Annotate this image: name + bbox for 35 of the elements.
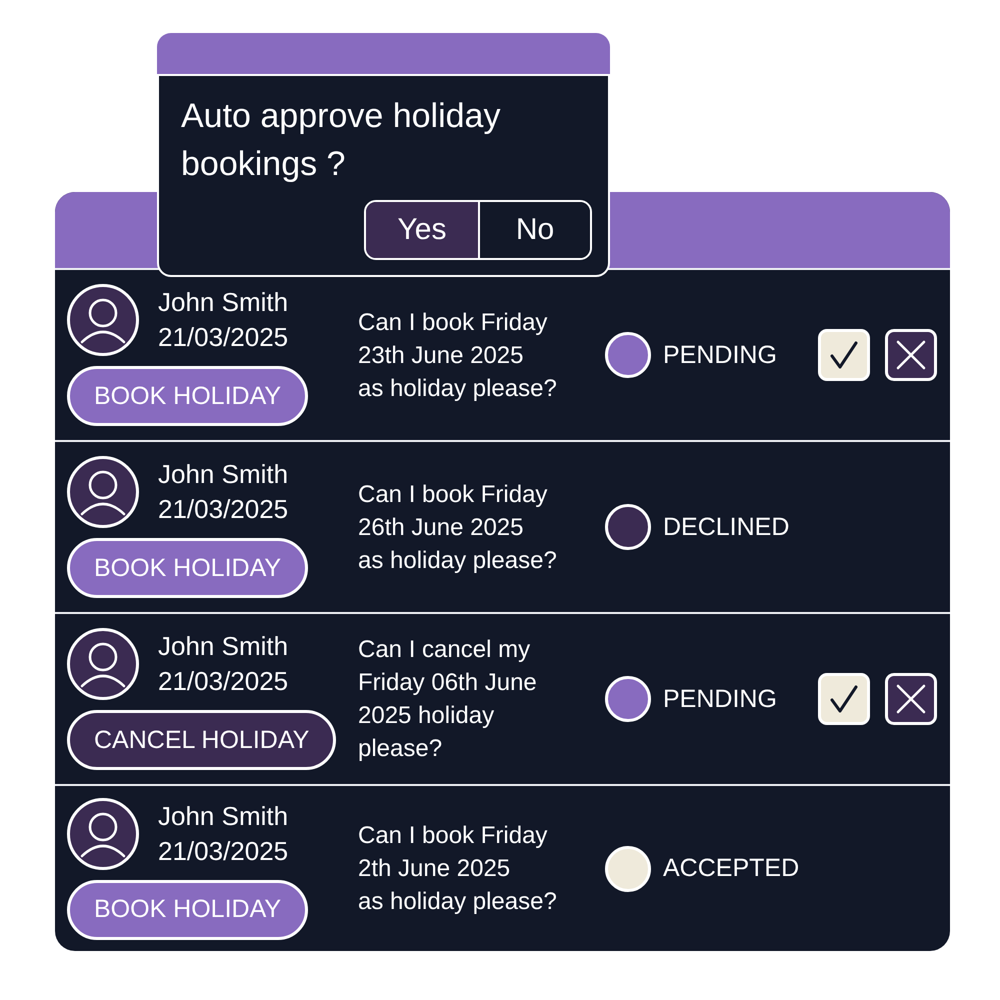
request-date: 21/03/2025 bbox=[158, 665, 288, 698]
toggle-option[interactable]: No bbox=[478, 202, 590, 258]
book-holiday-button[interactable]: BOOK HOLIDAY bbox=[67, 538, 308, 598]
request-date: 21/03/2025 bbox=[158, 321, 288, 354]
status-label: ACCEPTED bbox=[663, 854, 800, 883]
requester-name: John Smith bbox=[158, 800, 288, 832]
book-holiday-button[interactable]: BOOK HOLIDAY bbox=[67, 366, 308, 426]
dialog-question: Auto approve holiday bookings ? bbox=[181, 96, 502, 185]
decline-button[interactable] bbox=[885, 329, 937, 381]
toggle-option[interactable]: Yes bbox=[366, 202, 478, 258]
user-avatar-icon bbox=[67, 284, 139, 356]
approve-button[interactable] bbox=[818, 673, 870, 725]
status-label: DECLINED bbox=[663, 512, 790, 542]
request-message: Can I book Friday 23th June 2025 as holiday please? bbox=[358, 308, 558, 404]
decline-button[interactable] bbox=[885, 673, 937, 725]
user-avatar-icon bbox=[67, 798, 139, 870]
requester-name: John Smith bbox=[158, 630, 288, 663]
cancel-holiday-button[interactable]: CANCEL HOLIDAY bbox=[67, 710, 336, 770]
user-avatar-icon bbox=[67, 628, 139, 700]
requester-name: John Smith bbox=[158, 458, 288, 491]
status-label: PENDING bbox=[663, 340, 777, 370]
request-message: Can I book Friday 2th June 2025 as holiday please? bbox=[358, 821, 558, 917]
check-icon bbox=[829, 340, 859, 370]
request-date: 21/03/2025 bbox=[158, 493, 288, 526]
check-icon bbox=[829, 684, 859, 714]
user-avatar-icon bbox=[67, 456, 139, 528]
request-message: Can I cancel my Friday 06th June 2025 holiday please? bbox=[358, 635, 538, 764]
request-date: 21/03/2025 bbox=[158, 834, 288, 868]
status-label: PENDING bbox=[663, 684, 777, 714]
cross-icon bbox=[896, 684, 926, 714]
requester-name: John Smith bbox=[158, 286, 288, 319]
approve-button[interactable] bbox=[818, 329, 870, 381]
book-holiday-button[interactable]: BOOK HOLIDAY bbox=[67, 880, 308, 940]
request-message: Can I book Friday 26th June 2025 as holiday please? bbox=[358, 480, 558, 576]
cross-icon bbox=[896, 340, 926, 370]
